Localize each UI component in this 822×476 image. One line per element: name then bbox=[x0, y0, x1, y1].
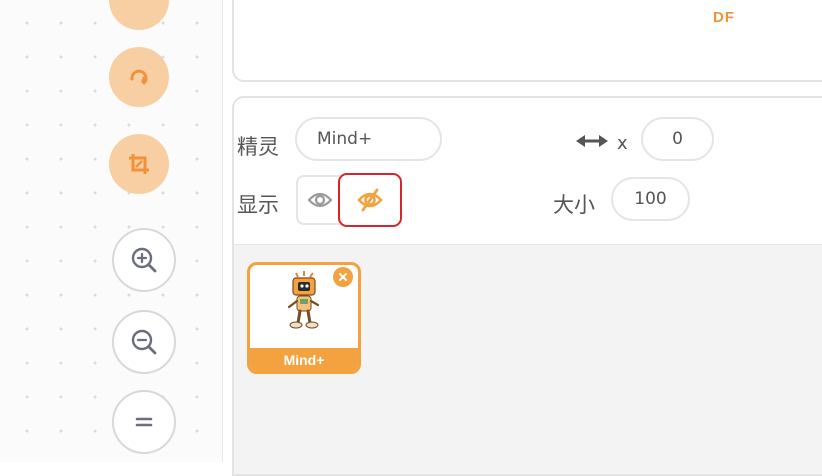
show-sprite-button[interactable] bbox=[296, 175, 342, 225]
eye-icon bbox=[307, 190, 333, 210]
zoom-out-icon bbox=[129, 327, 159, 357]
close-icon bbox=[338, 272, 348, 282]
x-label: x bbox=[617, 133, 628, 154]
watermark-logo: DF bbox=[713, 9, 735, 26]
crop-icon bbox=[126, 151, 152, 177]
visibility-toggle bbox=[296, 173, 402, 227]
robot-sprite-thumbnail bbox=[284, 271, 326, 333]
rotate-button[interactable] bbox=[109, 47, 169, 107]
equals-icon bbox=[131, 409, 157, 435]
sprite-card-name: Mind+ bbox=[250, 348, 358, 371]
horizontal-arrows-icon bbox=[575, 133, 609, 149]
rotate-icon bbox=[126, 64, 152, 90]
zoom-in-icon bbox=[129, 245, 159, 275]
delete-sprite-button[interactable] bbox=[333, 267, 353, 287]
size-input[interactable]: 100 bbox=[611, 177, 690, 221]
sprite-label: 精灵 bbox=[237, 135, 279, 159]
zoom-in-button[interactable] bbox=[112, 228, 176, 292]
hide-sprite-button[interactable] bbox=[338, 173, 402, 227]
sprite-name-input[interactable]: Mind+ bbox=[295, 117, 442, 161]
reset-zoom-button[interactable] bbox=[112, 390, 176, 454]
x-position-input[interactable]: 0 bbox=[641, 117, 714, 161]
eye-slash-icon bbox=[356, 186, 384, 214]
zoom-out-button[interactable] bbox=[112, 310, 176, 374]
size-label: 大小 bbox=[553, 193, 595, 217]
crop-button[interactable] bbox=[109, 134, 169, 194]
show-label: 显示 bbox=[237, 193, 279, 217]
